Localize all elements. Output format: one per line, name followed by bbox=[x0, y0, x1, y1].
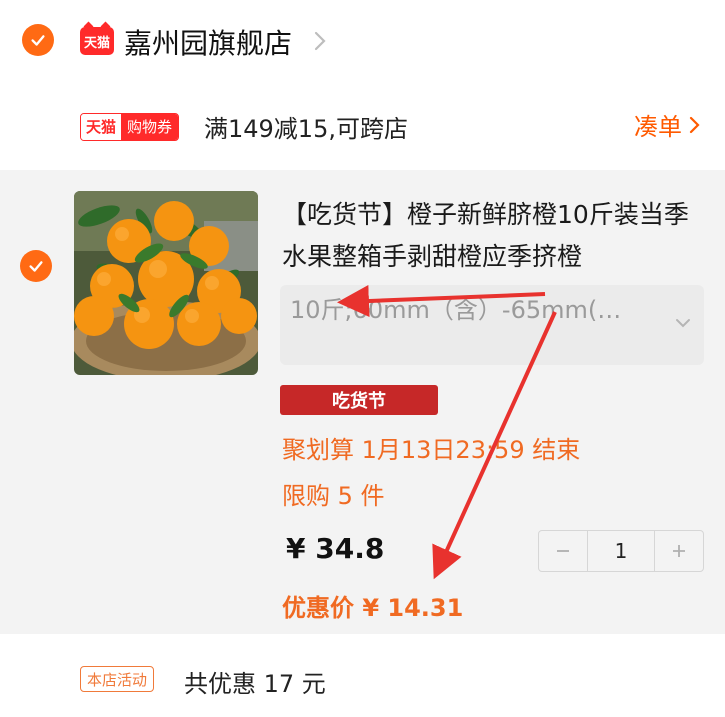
plus-icon bbox=[673, 545, 685, 557]
festival-badge: 吃货节 bbox=[280, 385, 438, 415]
sku-value: 10斤;60mm（含）-65mm(… bbox=[290, 296, 622, 324]
product-card: 【吃货节】橙子新鲜脐橙10斤装当季水果整箱手剥甜橙应季挤橙 10斤;60mm（含… bbox=[0, 170, 725, 634]
purchase-limit-text: 限购 5 件 bbox=[282, 482, 385, 510]
store-select-checkbox[interactable] bbox=[22, 24, 54, 56]
orange-basket-image bbox=[74, 191, 258, 375]
minus-icon bbox=[557, 550, 569, 552]
coupon-badge-label: 购物券 bbox=[121, 114, 179, 140]
store-activity-text: 共优惠 17 元 bbox=[184, 670, 326, 698]
sku-selector[interactable]: 10斤;60mm（含）-65mm(… bbox=[280, 285, 704, 365]
coupon-row: 天猫 购物券 满149减15,可跨店 凑单 bbox=[0, 95, 725, 159]
chevron-right-icon bbox=[689, 116, 700, 133]
product-price: ¥ 34.8 bbox=[286, 532, 385, 565]
quantity-input[interactable]: 1 bbox=[587, 531, 655, 571]
store-header[interactable]: 天猫 嘉州园旗舰店 bbox=[0, 0, 725, 86]
checkmark-icon bbox=[31, 35, 45, 46]
increase-button[interactable] bbox=[655, 531, 703, 571]
tmall-logo-text: 天猫 bbox=[83, 35, 110, 51]
quantity-stepper: 1 bbox=[538, 530, 704, 572]
coupon-badge-brand: 天猫 bbox=[81, 114, 122, 140]
discount-price: 优惠价 ¥ 14.31 bbox=[282, 594, 464, 622]
store-name[interactable]: 嘉州园旗舰店 bbox=[124, 22, 292, 62]
product-thumbnail[interactable] bbox=[74, 191, 258, 375]
chevron-right-icon[interactable] bbox=[310, 26, 330, 56]
store-activity-badge: 本店活动 bbox=[80, 666, 155, 692]
gather-order-button[interactable]: 凑单 bbox=[634, 107, 702, 142]
juhuasuan-promo-text: 聚划算 1月13日23:59 结束 bbox=[282, 436, 581, 464]
decrease-button[interactable] bbox=[539, 531, 587, 571]
gather-order-label: 凑单 bbox=[634, 113, 682, 141]
coupon-description: 满149减15,可跨店 bbox=[204, 115, 408, 143]
checkmark-icon bbox=[29, 261, 43, 272]
tmall-coupon-badge: 天猫 购物券 bbox=[80, 113, 180, 141]
tmall-logo: 天猫 bbox=[80, 21, 114, 55]
product-title[interactable]: 【吃货节】橙子新鲜脐橙10斤装当季水果整箱手剥甜橙应季挤橙 bbox=[282, 194, 712, 278]
store-activity-row: 本店活动 共优惠 17 元 bbox=[0, 650, 725, 710]
chevron-down-icon bbox=[676, 319, 690, 328]
product-select-checkbox[interactable] bbox=[20, 250, 52, 282]
